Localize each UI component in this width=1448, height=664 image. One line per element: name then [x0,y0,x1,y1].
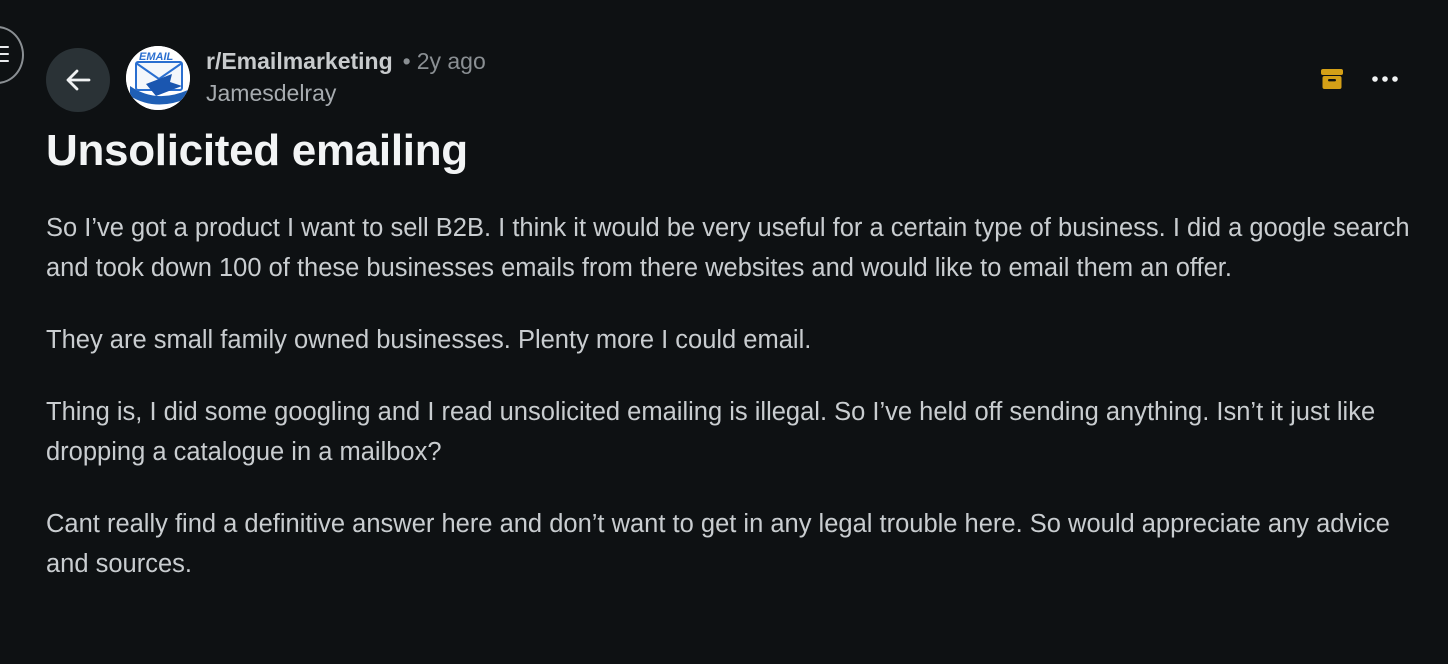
more-horizontal-icon[interactable] [1368,66,1402,92]
post-paragraph: So I’ve got a product I want to sell B2B… [46,214,1410,282]
arrow-left-icon [66,69,91,91]
subreddit-avatar[interactable]: EMAIL [126,46,190,110]
back-button[interactable] [46,48,110,112]
post-meta: r/Emailmarketing • 2y ago Jamesdelray [206,50,486,105]
archive-box-icon[interactable] [1320,67,1344,91]
avatar-logo-text: EMAIL [139,51,174,63]
post-paragraph: They are small family owned businesses. … [46,326,812,354]
author-username[interactable]: Jamesdelray [206,82,486,105]
post-body: So I’ve got a product I want to sell B2B… [46,208,1411,616]
email-envelope-icon: EMAIL [126,46,190,110]
meta-separator: • [402,48,411,74]
post-paragraph: Thing is, I did some googling and I read… [46,398,1376,466]
hamburger-menu-button[interactable] [0,26,24,84]
hamburger-menu-icon [0,46,9,67]
post-title: Unsolicited emailing [46,126,468,175]
post-timestamp: 2y ago [416,48,486,74]
post-page: EMAIL r/Emailmarketing • 2y ago Jamesdel… [0,0,1448,664]
subreddit-link[interactable]: r/Emailmarketing [206,50,393,73]
post-paragraph: Cant really find a definitive answer her… [46,510,1390,578]
